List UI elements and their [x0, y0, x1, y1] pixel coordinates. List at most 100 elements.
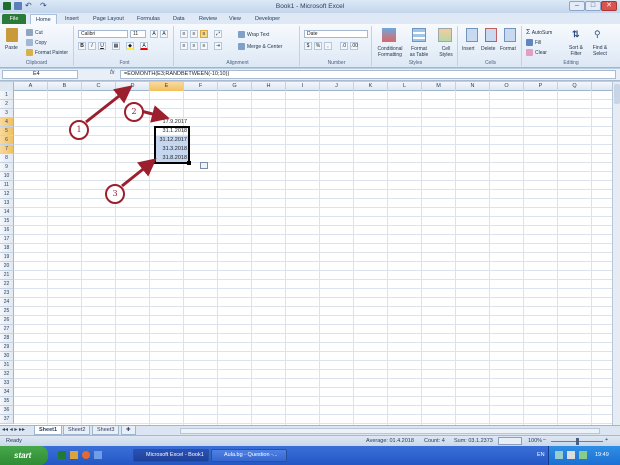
- tab-data[interactable]: Data: [168, 14, 190, 24]
- grow-font-button[interactable]: A: [150, 30, 158, 38]
- select-all-corner[interactable]: [0, 82, 14, 91]
- row-header-28[interactable]: 28: [0, 334, 14, 343]
- column-header-C[interactable]: C: [82, 82, 116, 91]
- paste-icon[interactable]: [6, 28, 18, 42]
- find-select-icon[interactable]: ⚲: [594, 29, 606, 42]
- column-header-M[interactable]: M: [422, 82, 456, 91]
- row-header-13[interactable]: 13: [0, 199, 14, 208]
- column-header-I[interactable]: I: [286, 82, 320, 91]
- row-header-35[interactable]: 35: [0, 397, 14, 406]
- font-color-icon[interactable]: A: [140, 42, 148, 50]
- quicklaunch-excel-icon[interactable]: [58, 451, 66, 459]
- zoom-out-button[interactable]: –: [543, 437, 546, 443]
- column-header-A[interactable]: A: [14, 82, 48, 91]
- font-name-select[interactable]: Calibri: [78, 30, 128, 38]
- vertical-scrollbar[interactable]: [612, 82, 620, 425]
- format-cells-icon[interactable]: [504, 28, 516, 42]
- row-header-29[interactable]: 29: [0, 343, 14, 352]
- scroll-thumb[interactable]: [614, 84, 620, 104]
- row-header-9[interactable]: 9: [0, 163, 14, 172]
- copy-button[interactable]: Copy: [26, 39, 47, 46]
- zoom-level[interactable]: 100%: [528, 438, 542, 444]
- column-header-O[interactable]: O: [490, 82, 524, 91]
- align-middle-icon[interactable]: ≡: [190, 30, 198, 38]
- column-header-N[interactable]: N: [456, 82, 490, 91]
- shrink-font-button[interactable]: A: [160, 30, 168, 38]
- column-header-D[interactable]: D: [116, 82, 150, 91]
- row-header-19[interactable]: 19: [0, 253, 14, 262]
- tab-file[interactable]: File: [2, 14, 26, 24]
- row-header-8[interactable]: 8: [0, 154, 14, 163]
- row-header-26[interactable]: 26: [0, 316, 14, 325]
- fill-handle[interactable]: [187, 161, 191, 165]
- increase-decimal-icon[interactable]: .0: [340, 42, 348, 50]
- sheet-tab-2[interactable]: Sheet2: [63, 426, 91, 435]
- conditional-formatting-button[interactable]: Conditional Formatting: [374, 46, 406, 58]
- delete-cells-icon[interactable]: [485, 28, 497, 42]
- maximize-button[interactable]: □: [585, 1, 601, 11]
- row-header-32[interactable]: 32: [0, 370, 14, 379]
- tray-network-icon[interactable]: [555, 451, 563, 459]
- indent-icon[interactable]: ⇥: [214, 42, 222, 50]
- italic-button[interactable]: I: [88, 42, 96, 50]
- underline-button[interactable]: U: [98, 42, 106, 50]
- format-button[interactable]: Format: [500, 46, 516, 52]
- font-size-select[interactable]: 11: [130, 30, 146, 38]
- zoom-slider-thumb[interactable]: [576, 438, 579, 445]
- tab-page-layout[interactable]: Page Layout: [88, 14, 129, 24]
- sheet-tab-3[interactable]: Sheet3: [92, 426, 120, 435]
- tab-insert[interactable]: Insert: [60, 14, 84, 24]
- row-header-5[interactable]: 5: [0, 127, 14, 136]
- task-excel[interactable]: Microsoft Excel - Book1: [133, 449, 209, 462]
- align-right-icon[interactable]: ≡: [200, 42, 208, 50]
- tab-home[interactable]: Home: [30, 14, 57, 24]
- row-header-34[interactable]: 34: [0, 388, 14, 397]
- row-header-21[interactable]: 21: [0, 271, 14, 280]
- minimize-button[interactable]: –: [569, 1, 585, 11]
- horizontal-scrollbar[interactable]: [180, 428, 600, 434]
- align-center-icon[interactable]: ≡: [190, 42, 198, 50]
- wrap-text-button[interactable]: Wrap Text: [238, 31, 269, 38]
- fill-color-icon[interactable]: ◆: [126, 42, 134, 50]
- row-header-23[interactable]: 23: [0, 289, 14, 298]
- language-indicator[interactable]: EN: [537, 452, 545, 458]
- insert-cells-icon[interactable]: [466, 28, 478, 42]
- row-header-15[interactable]: 15: [0, 217, 14, 226]
- bold-button[interactable]: B: [78, 42, 86, 50]
- sort-filter-button[interactable]: Sort & Filter: [566, 45, 586, 57]
- borders-icon[interactable]: ▦: [112, 42, 120, 50]
- row-header-16[interactable]: 16: [0, 226, 14, 235]
- align-top-icon[interactable]: ≡: [180, 30, 188, 38]
- delete-button[interactable]: Delete: [481, 46, 495, 52]
- cell-styles-icon[interactable]: [438, 28, 452, 42]
- row-header-24[interactable]: 24: [0, 298, 14, 307]
- close-button[interactable]: ✕: [601, 1, 617, 11]
- tab-formulas[interactable]: Formulas: [132, 14, 165, 24]
- row-header-25[interactable]: 25: [0, 307, 14, 316]
- paste-button[interactable]: Paste: [5, 45, 18, 51]
- row-header-1[interactable]: 1: [0, 91, 14, 100]
- name-box[interactable]: E4: [2, 70, 78, 79]
- decrease-decimal-icon[interactable]: .00: [350, 42, 358, 50]
- autofill-options-icon[interactable]: [200, 162, 208, 169]
- row-header-12[interactable]: 12: [0, 190, 14, 199]
- cell-styles-button[interactable]: Cell Styles: [436, 46, 456, 58]
- row-header-7[interactable]: 7: [0, 145, 14, 154]
- row-header-27[interactable]: 27: [0, 325, 14, 334]
- column-header-J[interactable]: J: [320, 82, 354, 91]
- row-header-4[interactable]: 4: [0, 118, 14, 127]
- quicklaunch-browser-icon[interactable]: [82, 451, 90, 459]
- find-select-button[interactable]: Find & Select: [588, 45, 612, 57]
- column-header-F[interactable]: F: [184, 82, 218, 91]
- row-header-6[interactable]: 6: [0, 136, 14, 145]
- view-buttons[interactable]: [498, 437, 522, 445]
- insert-sheet-icon[interactable]: ✚: [121, 426, 136, 435]
- format-as-table-button[interactable]: Format as Table: [407, 46, 431, 58]
- column-header-G[interactable]: G: [218, 82, 252, 91]
- orientation-icon[interactable]: ⤢: [214, 30, 222, 38]
- insert-function-icon[interactable]: fx: [110, 70, 115, 76]
- column-header-E[interactable]: E: [150, 82, 184, 91]
- fill-button[interactable]: Fill: [526, 39, 541, 46]
- merge-center-button[interactable]: Merge & Center: [238, 43, 282, 50]
- row-header-3[interactable]: 3: [0, 109, 14, 118]
